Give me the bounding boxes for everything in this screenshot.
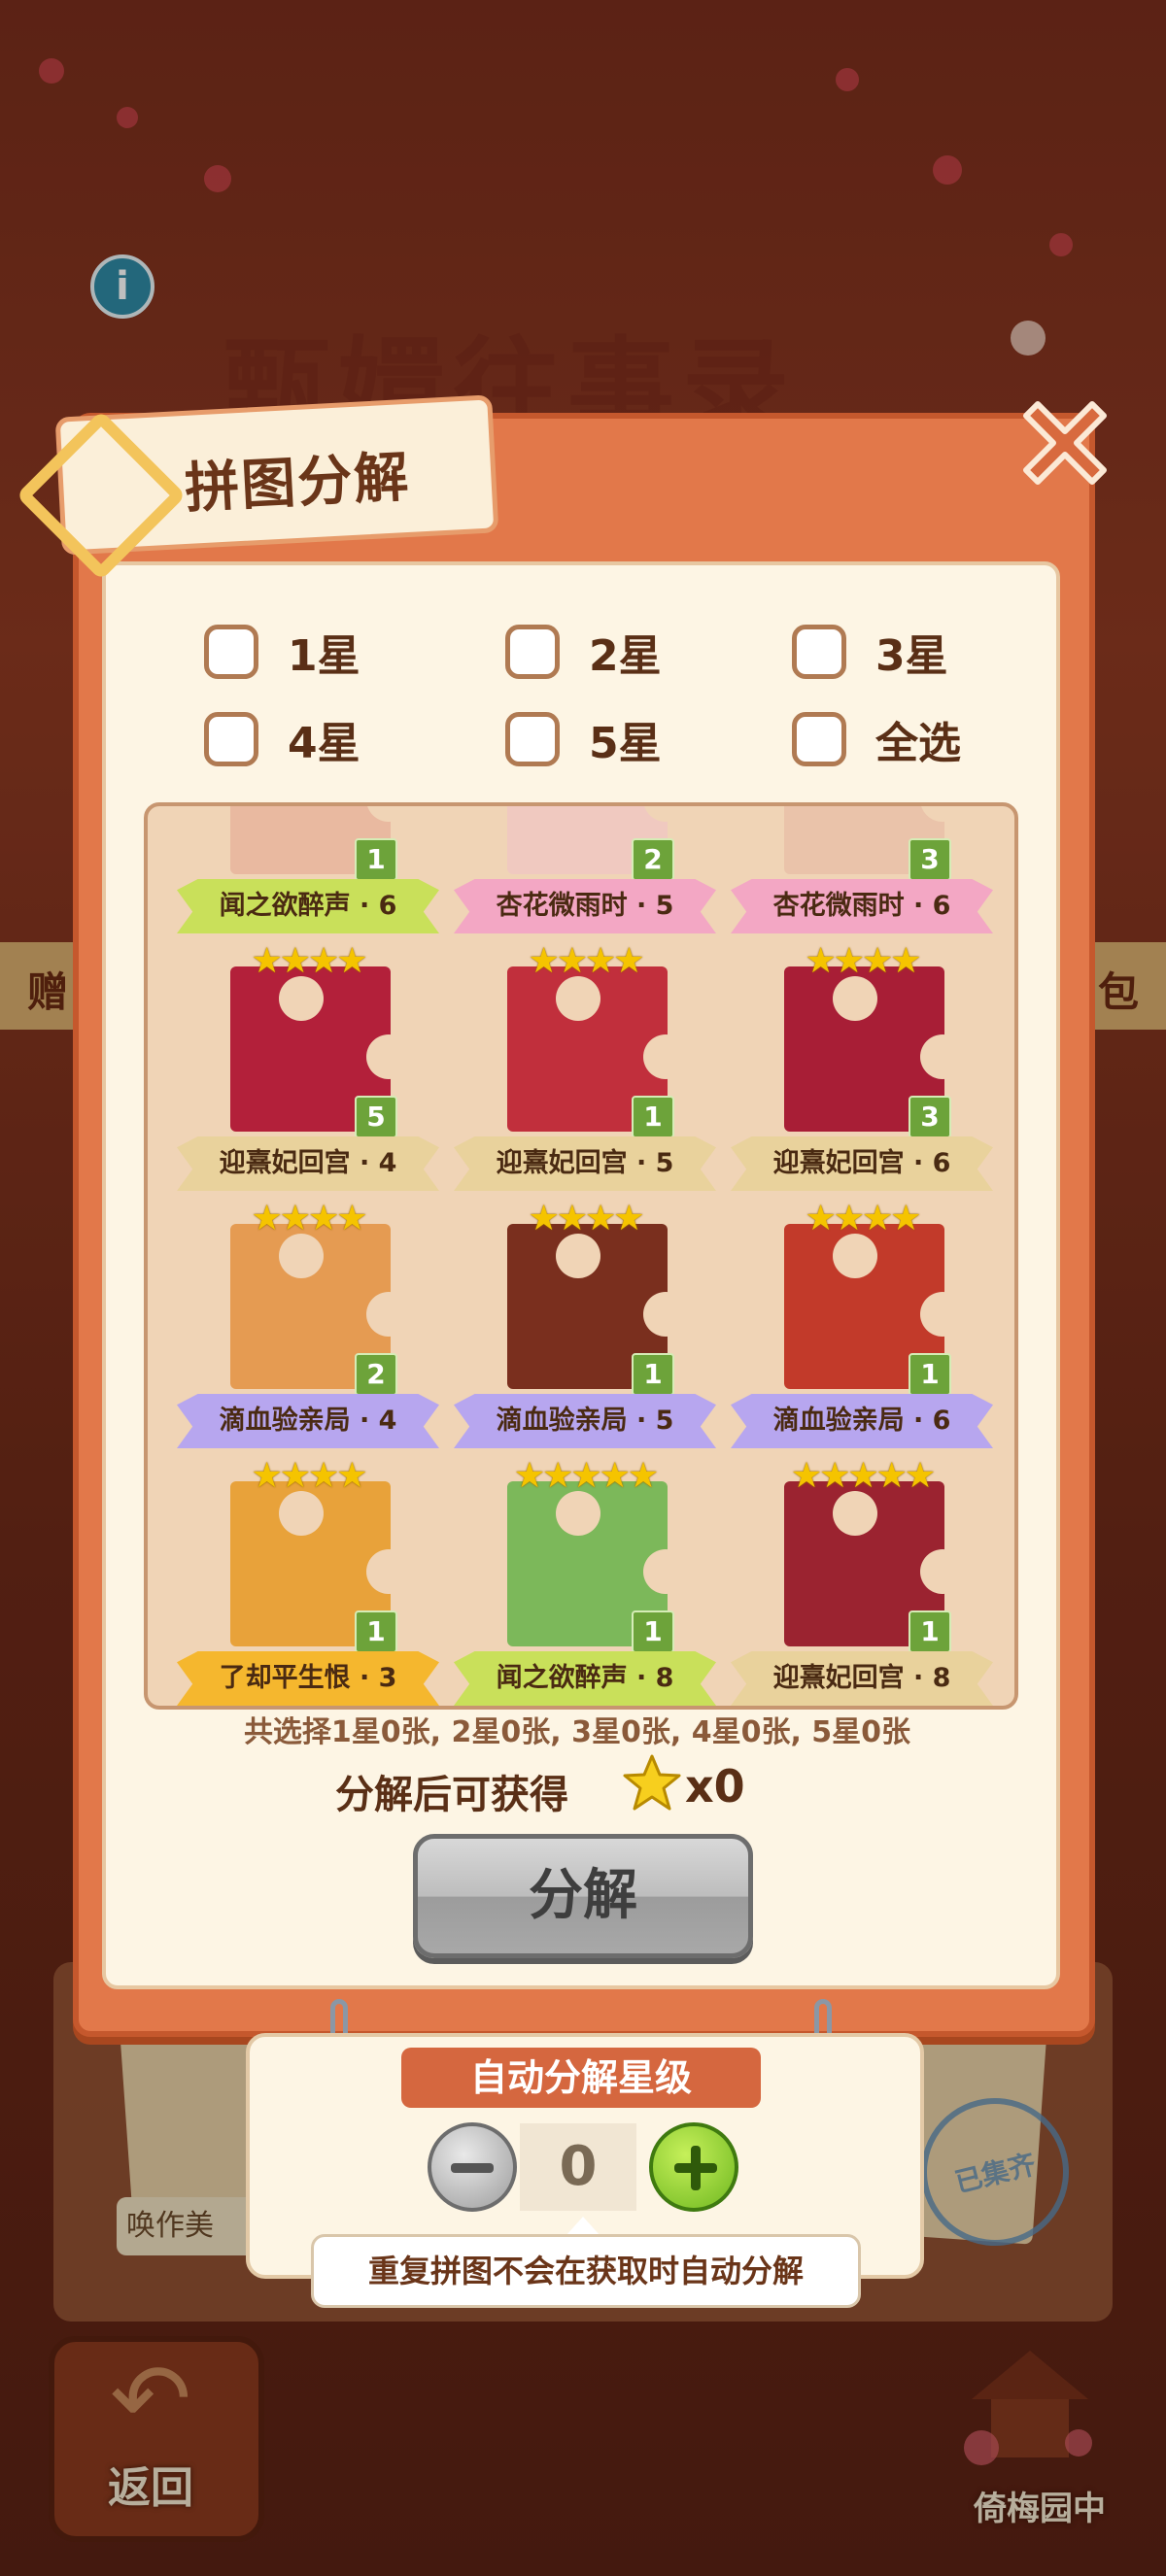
gain-label: 分解后可获得	[335, 1773, 568, 1817]
puzzle-notch	[833, 976, 877, 1021]
star-rating: ★★★★★	[513, 1456, 659, 1496]
puzzle-notch	[920, 1034, 965, 1079]
star-rating: ★★★★	[528, 941, 644, 981]
star-rating: ★★★★	[251, 1456, 367, 1496]
piece-count-badge: 2	[632, 838, 674, 881]
filter-select-all[interactable]: 全选	[792, 705, 961, 773]
gain-value: x0	[685, 1760, 745, 1813]
puzzle-notch	[643, 1549, 688, 1594]
filter-1-star[interactable]: 1星	[204, 618, 360, 686]
card-label: 闻之欲醉声 · 6	[177, 879, 439, 933]
filter-label: 3星	[875, 631, 948, 681]
piece-count-badge: 1	[632, 1353, 674, 1396]
puzzle-card[interactable]: ★★★★★ 1 迎熹妃回宫 · 8	[726, 1452, 998, 1706]
puzzle-notch	[643, 1292, 688, 1337]
minus-icon	[451, 2163, 494, 2173]
selection-summary: 共选择1星0张, 2星0张, 3星0张, 4星0张, 5星0张	[243, 1715, 911, 1749]
card-label: 迎熹妃回宫 · 5	[454, 1136, 716, 1191]
piece-count-badge: 1	[632, 1610, 674, 1653]
puzzle-notch	[833, 1234, 877, 1278]
filter-label: 5星	[589, 719, 662, 768]
card-label: 闻之欲醉声 · 8	[454, 1651, 716, 1706]
close-button[interactable]	[1020, 398, 1110, 488]
puzzle-card[interactable]: 2 杏花微雨时 · 5	[449, 806, 721, 933]
star-rating: ★★★★	[251, 941, 367, 981]
piece-count-badge: 1	[355, 1610, 397, 1653]
star-rating: ★★★★	[805, 941, 921, 981]
puzzle-notch	[279, 1234, 324, 1278]
filter-label: 4星	[288, 719, 360, 768]
checkbox[interactable]	[792, 625, 846, 679]
puzzle-notch	[279, 1491, 324, 1536]
card-label: 迎熹妃回宫 · 8	[731, 1651, 993, 1706]
card-label: 了却平生恨 · 3	[177, 1651, 439, 1706]
puzzle-card[interactable]: ★★★★ 3 迎熹妃回宫 · 6	[726, 937, 998, 1191]
piece-count-badge: 1	[909, 1353, 951, 1396]
puzzle-notch	[920, 1292, 965, 1337]
filter-4-star[interactable]: 4星	[204, 705, 360, 773]
card-label: 迎熹妃回宫 · 4	[177, 1136, 439, 1191]
puzzle-card[interactable]: ★★★★ 1 了却平生恨 · 3	[172, 1452, 444, 1706]
dialog-title: 拼图分解	[183, 445, 412, 522]
puzzle-notch	[279, 976, 324, 1021]
puzzle-notch	[643, 1034, 688, 1079]
card-label: 杏花微雨时 · 5	[454, 879, 716, 933]
filter-label: 全选	[875, 719, 961, 768]
decrease-button[interactable]	[428, 2122, 517, 2212]
puzzle-notch	[556, 976, 600, 1021]
puzzle-notch	[366, 1034, 411, 1079]
piece-count-badge: 2	[355, 1353, 397, 1396]
card-label: 滴血验亲局 · 6	[731, 1394, 993, 1448]
close-icon	[1023, 401, 1107, 485]
card-label: 杏花微雨时 · 6	[731, 879, 993, 933]
puzzle-card[interactable]: 3 杏花微雨时 · 6	[726, 806, 998, 933]
card-label: 滴血验亲局 · 5	[454, 1394, 716, 1448]
filter-5-star[interactable]: 5星	[505, 705, 662, 773]
checkbox[interactable]	[505, 712, 560, 766]
checkbox[interactable]	[204, 625, 258, 679]
decompose-button[interactable]: 分解	[413, 1834, 753, 1958]
piece-count-badge: 1	[632, 1096, 674, 1138]
puzzle-notch	[366, 1549, 411, 1594]
filter-label: 2星	[589, 631, 662, 681]
increase-button[interactable]	[649, 2122, 738, 2212]
filter-label: 1星	[288, 631, 360, 681]
piece-count-badge: 5	[355, 1096, 397, 1138]
puzzle-card[interactable]: ★★★★ 1 滴血验亲局 · 6	[726, 1195, 998, 1448]
star-level-value: 0	[520, 2123, 636, 2211]
puzzle-notch	[920, 1549, 965, 1594]
star-rating: ★★★★	[251, 1199, 367, 1238]
filter-2-star[interactable]: 2星	[505, 618, 662, 686]
puzzle-card[interactable]: 1 闻之欲醉声 · 6	[172, 806, 444, 933]
puzzle-notch	[556, 1234, 600, 1278]
puzzle-card[interactable]: ★★★★ 5 迎熹妃回宫 · 4	[172, 937, 444, 1191]
puzzle-card[interactable]: ★★★★★ 1 闻之欲醉声 · 8	[449, 1452, 721, 1706]
checkbox[interactable]	[505, 625, 560, 679]
puzzle-notch	[366, 1292, 411, 1337]
star-rating: ★★★★	[805, 1199, 921, 1238]
puzzle-card[interactable]: ★★★★ 2 滴血验亲局 · 4	[172, 1195, 444, 1448]
puzzle-card[interactable]: ★★★★ 1 滴血验亲局 · 5	[449, 1195, 721, 1448]
piece-count-badge: 1	[909, 1610, 951, 1653]
checkbox[interactable]	[792, 712, 846, 766]
card-label: 迎熹妃回宫 · 6	[731, 1136, 993, 1191]
puzzle-card[interactable]: ★★★★ 1 迎熹妃回宫 · 5	[449, 937, 721, 1191]
tooltip-caret	[566, 2217, 600, 2236]
puzzle-grid[interactable]: 1 闻之欲醉声 · 6 2 杏花微雨时 · 5 3 杏花微雨时 · 6 ★★★★ 5 迎熹妃回宫…	[144, 802, 1018, 1710]
puzzle-notch	[556, 1491, 600, 1536]
puzzle-notch	[833, 1491, 877, 1536]
card-label: 滴血验亲局 · 4	[177, 1394, 439, 1448]
piece-count-badge: 3	[909, 1096, 951, 1138]
checkbox[interactable]	[204, 712, 258, 766]
star-rating: ★★★★	[528, 1199, 644, 1238]
star-icon	[623, 1754, 681, 1811]
piece-count-badge: 3	[909, 838, 951, 881]
star-rating: ★★★★★	[790, 1456, 936, 1496]
auto-decompose-tip: 重复拼图不会在获取时自动分解	[311, 2234, 861, 2308]
filter-3-star[interactable]: 3星	[792, 618, 948, 686]
piece-count-badge: 1	[355, 838, 397, 881]
auto-decompose-title: 自动分解星级	[401, 2048, 761, 2108]
